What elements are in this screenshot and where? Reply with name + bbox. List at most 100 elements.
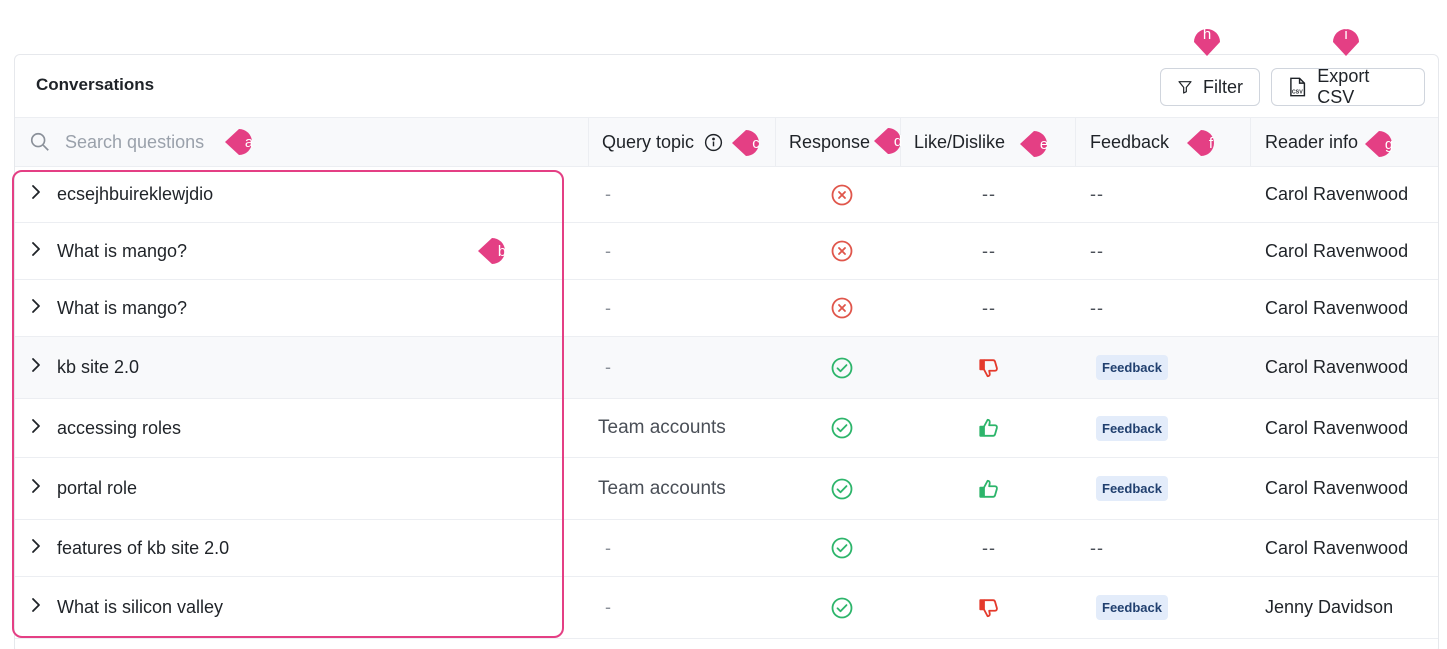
annotation-marker-d: d [872, 121, 912, 161]
filter-button[interactable]: Filter [1160, 68, 1260, 106]
table-row[interactable]: ecsejhbuireklewjdio - -- -- Carol Ravenw… [15, 167, 1438, 223]
query-topic-cell: - [605, 240, 611, 261]
query-topic-cell: - [605, 597, 611, 617]
chevron-right-icon[interactable] [29, 418, 43, 439]
table-row[interactable]: features of kb site 2.0 - -- -- Carol Ra… [15, 520, 1438, 577]
annotation-marker-h: h [1187, 18, 1227, 58]
annotation-marker-i: i [1326, 18, 1366, 58]
thumbs-down-icon [975, 577, 1003, 638]
question-text[interactable]: What is mango? [57, 298, 187, 319]
feedback-cell: Feedback [1090, 458, 1168, 519]
annotation-marker-g: g [1363, 124, 1403, 164]
reader-info-cell: Carol Ravenwood [1265, 297, 1409, 318]
reader-info-cell: Carol Ravenwood [1265, 357, 1409, 377]
like-dislike-value: -- [982, 184, 996, 204]
annotation-marker-b: b [476, 231, 516, 271]
annotation-marker-a: a [223, 122, 263, 162]
question-text[interactable]: accessing roles [57, 418, 181, 439]
x-circle-icon [830, 223, 854, 279]
annotation-marker-c: c [730, 123, 770, 163]
question-cell: accessing roles [29, 399, 181, 457]
panel-title: Conversations [36, 75, 155, 94]
like-dislike-value: -- [982, 240, 996, 261]
feedback-cell: Feedback [1090, 337, 1168, 398]
question-cell: What is mango? [29, 280, 187, 336]
feedback-cell: Feedback [1090, 577, 1168, 638]
query-topic-cell: - [605, 297, 611, 318]
query-topic-cell: Team accounts [598, 417, 726, 438]
svg-text:CSV: CSV [1292, 90, 1303, 96]
question-cell: What is mango? [29, 223, 187, 279]
column-response-label: Response [789, 131, 871, 152]
question-text[interactable]: kb site 2.0 [57, 357, 139, 378]
reader-info-cell: Carol Ravenwood [1265, 184, 1409, 204]
chevron-right-icon[interactable] [29, 357, 43, 378]
annotation-marker-label: a [244, 133, 254, 151]
thumbs-down-icon [975, 337, 1003, 398]
feedback-empty: -- [1090, 297, 1104, 318]
like-dislike-empty: -- [975, 223, 1003, 279]
question-cell: features of kb site 2.0 [29, 520, 229, 576]
feedback-cell: Feedback [1090, 399, 1168, 457]
query-topic-cell: - [605, 184, 611, 204]
question-text[interactable]: What is silicon valley [57, 597, 223, 618]
chevron-right-icon[interactable] [29, 538, 43, 559]
export-csv-button[interactable]: CSV Export CSV [1271, 66, 1425, 107]
feedback-badge[interactable]: Feedback [1096, 476, 1168, 501]
feedback-badge[interactable]: Feedback [1096, 415, 1168, 441]
reader-info-cell: Carol Ravenwood [1265, 417, 1409, 438]
question-text[interactable]: ecsejhbuireklewjdio [57, 184, 213, 205]
annotation-marker-label: g [1384, 135, 1394, 153]
reader-info-cell: Carol Ravenwood [1265, 478, 1409, 498]
info-circle-icon[interactable] [704, 133, 723, 152]
question-cell: ecsejhbuireklewjdio [29, 167, 213, 222]
export-csv-label: Export CSV [1317, 66, 1370, 107]
annotation-marker-label: e [1039, 135, 1049, 153]
question-cell: kb site 2.0 [29, 337, 139, 398]
chevron-right-icon[interactable] [29, 241, 43, 262]
check-circle-icon [830, 399, 854, 457]
chevron-right-icon[interactable] [29, 298, 43, 319]
like-dislike-value: -- [982, 297, 996, 318]
like-dislike-empty: -- [975, 520, 1003, 576]
feedback-empty: -- [1090, 184, 1104, 204]
chevron-right-icon[interactable] [29, 478, 43, 499]
chevron-right-icon[interactable] [29, 184, 43, 205]
question-text[interactable]: features of kb site 2.0 [57, 538, 229, 559]
annotation-marker-label: f [1208, 134, 1214, 152]
table-row[interactable]: kb site 2.0 - Feedback Carol Ravenwood [15, 337, 1438, 399]
filter-button-label: Filter [1203, 76, 1243, 97]
query-topic-cell: - [605, 357, 611, 377]
feedback-cell: -- [1090, 223, 1104, 279]
chevron-right-icon[interactable] [29, 597, 43, 618]
check-circle-icon [830, 520, 854, 576]
column-reader-info: Reader info [1250, 118, 1438, 166]
table-row[interactable]: What is mango? - -- -- Carol Ravenwood [15, 223, 1438, 280]
search-icon [30, 132, 49, 151]
annotation-marker-label: b [497, 242, 507, 260]
reader-info-cell: Carol Ravenwood [1265, 240, 1409, 261]
annotation-marker-f: f [1185, 123, 1225, 163]
table-row[interactable]: What is mango? - -- -- Carol Ravenwood [15, 280, 1438, 337]
feedback-cell: -- [1090, 167, 1104, 222]
like-dislike-empty: -- [975, 280, 1003, 336]
table-row[interactable]: What is silicon valley - Feedback Jenny … [15, 577, 1438, 639]
annotation-marker-label: c [752, 134, 760, 152]
x-circle-icon [830, 167, 854, 222]
like-dislike-value: -- [982, 537, 996, 558]
feedback-cell: -- [1090, 520, 1104, 576]
feedback-badge[interactable]: Feedback [1096, 595, 1168, 620]
column-feedback-label: Feedback [1090, 131, 1170, 152]
query-topic-cell: - [605, 537, 611, 558]
question-text[interactable]: What is mango? [57, 241, 187, 262]
reader-info-cell: Jenny Davidson [1265, 597, 1394, 617]
question-cell: What is silicon valley [29, 577, 223, 638]
question-text[interactable]: portal role [57, 478, 137, 499]
question-cell: portal role [29, 458, 137, 519]
check-circle-icon [830, 458, 854, 519]
table-row[interactable]: portal role Team accounts Feedback Carol… [15, 458, 1438, 520]
table-row[interactable]: accessing roles Team accounts Feedback C… [15, 399, 1438, 458]
annotation-marker-label: i [1344, 25, 1348, 43]
column-like-dislike-label: Like/Dislike [914, 131, 1006, 152]
feedback-badge[interactable]: Feedback [1096, 355, 1168, 380]
